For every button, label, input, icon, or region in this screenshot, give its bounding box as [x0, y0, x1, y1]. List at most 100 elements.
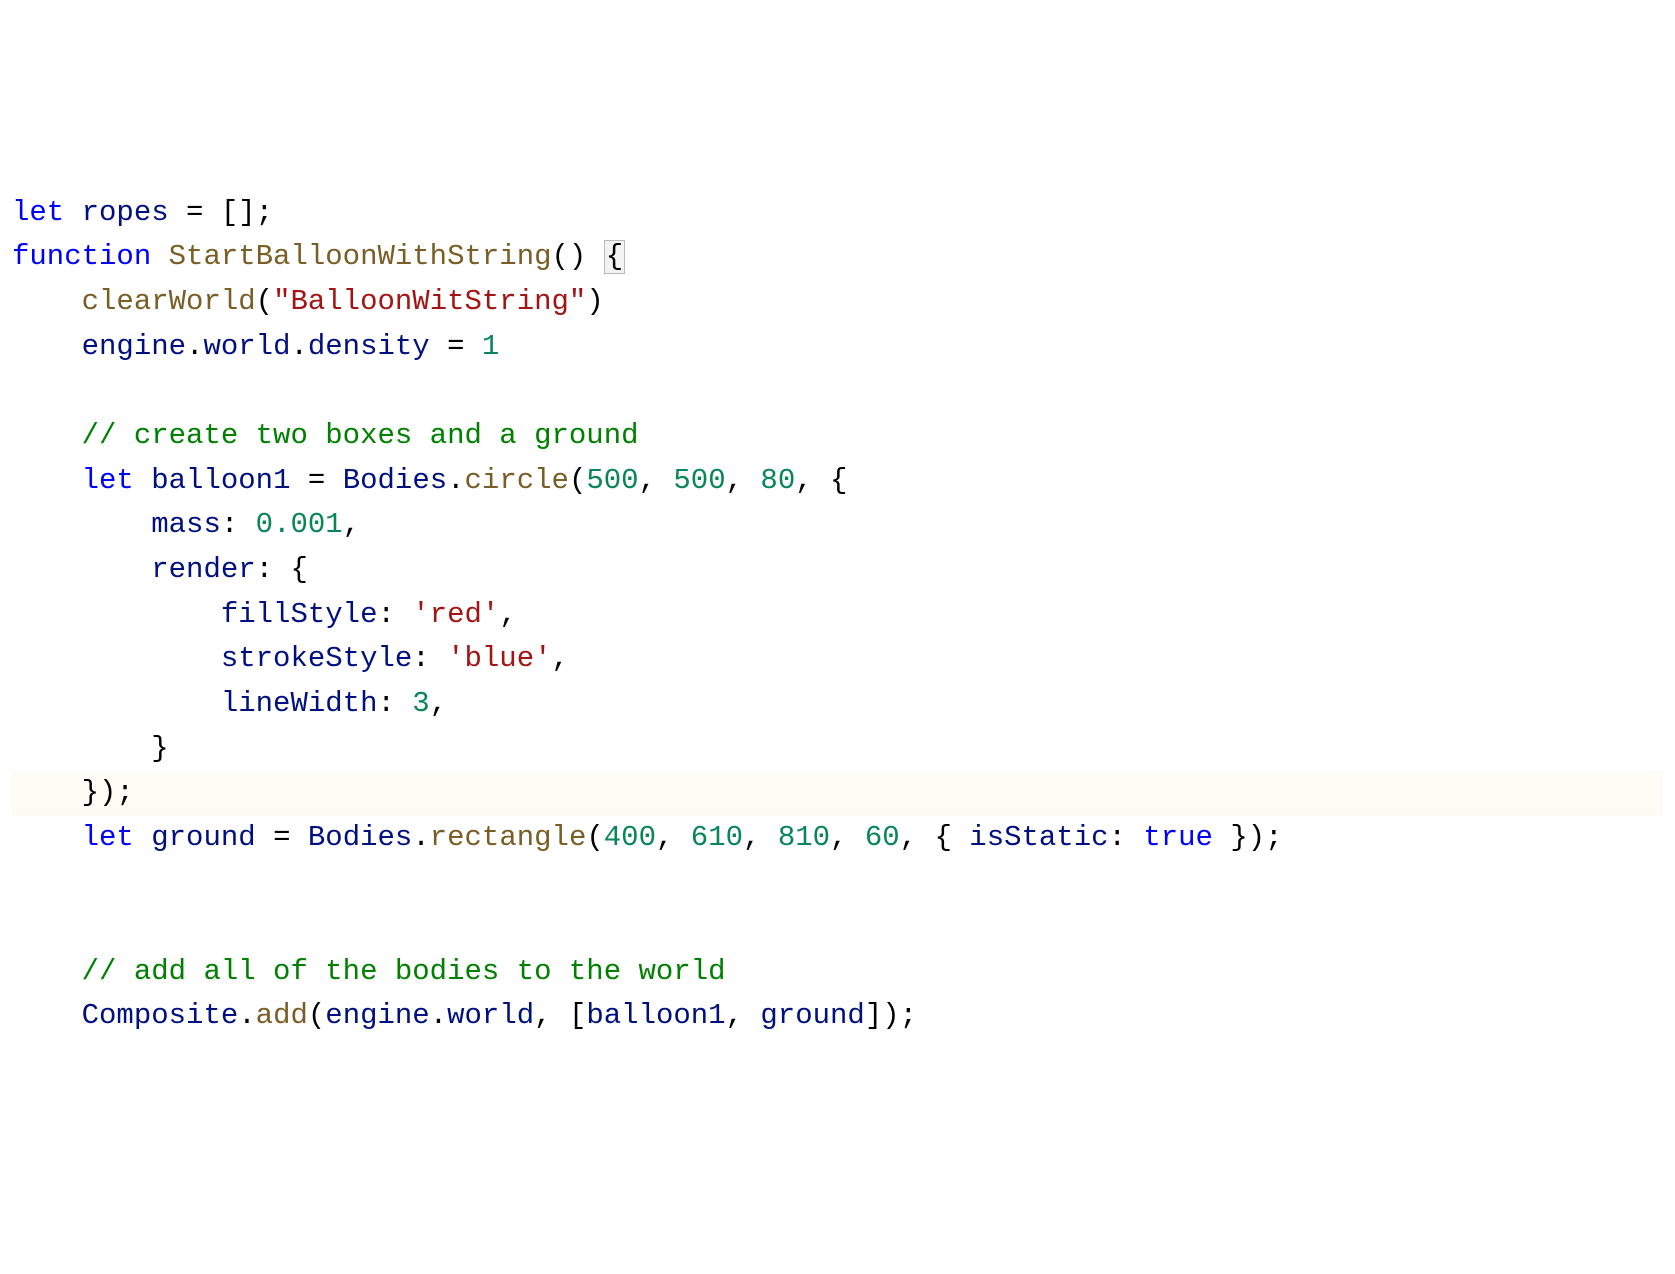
- code-line[interactable]: clearWorld("BalloonWitString"): [12, 280, 1663, 325]
- token-punct: , [: [534, 999, 586, 1032]
- token-ident: Bodies: [343, 464, 447, 497]
- token-punct: (): [552, 240, 587, 273]
- token-punct: ,: [656, 821, 691, 854]
- token-number: 400: [604, 821, 656, 854]
- code-line[interactable]: [12, 860, 1663, 905]
- token-punct: ): [586, 285, 603, 318]
- code-line[interactable]: Composite.add(engine.world, [balloon1, g…: [12, 994, 1663, 1039]
- token-punct: .: [447, 464, 464, 497]
- token-method: add: [256, 999, 308, 1032]
- token-punct: .: [430, 999, 447, 1032]
- token-ident: world: [203, 330, 290, 363]
- token-ident: balloon1: [586, 999, 725, 1032]
- token-punct: .: [186, 330, 203, 363]
- token-keyword: let: [12, 196, 64, 229]
- token-string: 'red': [412, 598, 499, 631]
- code-line[interactable]: let ground = Bodies.rectangle(400, 610, …: [12, 816, 1663, 861]
- token-punct: , {: [795, 464, 847, 497]
- token-punct: =: [256, 821, 308, 854]
- token-punct: :: [1109, 821, 1144, 854]
- token-whitespace: [586, 240, 603, 273]
- token-keyword: function: [12, 240, 151, 273]
- token-punct: .: [238, 999, 255, 1032]
- token-punct: =: [430, 330, 482, 363]
- token-punct: (: [308, 999, 325, 1032]
- token-whitespace: [12, 285, 82, 318]
- token-ident: ropes: [64, 196, 186, 229]
- token-comment: // add all of the bodies to the world: [82, 955, 726, 988]
- code-line[interactable]: }: [12, 727, 1663, 772]
- token-punct: ,: [726, 999, 761, 1032]
- code-line[interactable]: // add all of the bodies to the world: [12, 950, 1663, 995]
- token-method: circle: [465, 464, 569, 497]
- token-ident: ground: [151, 821, 255, 854]
- token-punct: ,: [430, 687, 447, 720]
- token-whitespace: [134, 464, 151, 497]
- token-ident: engine: [325, 999, 429, 1032]
- token-punct: :: [412, 642, 447, 675]
- code-line[interactable]: render: {: [12, 548, 1663, 593]
- token-ident: world: [447, 999, 534, 1032]
- token-ident: mass: [151, 508, 221, 541]
- token-whitespace: [203, 196, 220, 229]
- token-number: 60: [865, 821, 900, 854]
- token-number: 80: [760, 464, 795, 497]
- token-whitespace: [12, 464, 82, 497]
- code-line[interactable]: let balloon1 = Bodies.circle(500, 500, 8…: [12, 459, 1663, 504]
- token-whitespace: [134, 821, 151, 854]
- token-punct: ,: [343, 508, 360, 541]
- code-line[interactable]: function StartBalloonWithString() {: [12, 235, 1663, 280]
- code-line[interactable]: // create two boxes and a ground: [12, 414, 1663, 459]
- token-punct: {: [604, 240, 625, 274]
- code-line[interactable]: let ropes = [];: [12, 191, 1663, 236]
- token-whitespace: [12, 508, 151, 541]
- token-punct: });: [12, 776, 134, 809]
- token-punct: (: [569, 464, 586, 497]
- token-punct: ,: [499, 598, 516, 631]
- code-line[interactable]: engine.world.density = 1: [12, 325, 1663, 370]
- token-comment: // create two boxes and a ground: [82, 419, 639, 452]
- token-punct: ,: [743, 821, 778, 854]
- token-whitespace: [12, 330, 82, 363]
- token-number: 810: [778, 821, 830, 854]
- token-whitespace: [12, 687, 221, 720]
- token-ident: density: [308, 330, 430, 363]
- token-whitespace: [12, 419, 82, 452]
- token-ident: Bodies: [308, 821, 412, 854]
- token-number: 610: [691, 821, 743, 854]
- token-keyword: let: [82, 464, 134, 497]
- token-punct: ,: [830, 821, 865, 854]
- token-whitespace: [12, 999, 82, 1032]
- token-ident: strokeStyle: [221, 642, 412, 675]
- token-punct: ;: [256, 196, 273, 229]
- token-keyword: let: [82, 821, 134, 854]
- token-funcname: StartBalloonWithString: [169, 240, 552, 273]
- code-line[interactable]: fillStyle: 'red',: [12, 593, 1663, 638]
- token-punct: ,: [726, 464, 761, 497]
- code-line[interactable]: lineWidth: 3,: [12, 682, 1663, 727]
- token-ident: Composite: [82, 999, 239, 1032]
- token-punct: =: [186, 196, 203, 229]
- token-punct: , {: [900, 821, 970, 854]
- code-line[interactable]: [12, 905, 1663, 950]
- token-punct: :: [377, 687, 412, 720]
- token-punct: ,: [639, 464, 674, 497]
- token-punct: ]);: [865, 999, 917, 1032]
- token-ident: fillStyle: [221, 598, 378, 631]
- token-number: 500: [586, 464, 638, 497]
- token-punct: []: [221, 196, 256, 229]
- code-line[interactable]: [12, 369, 1663, 414]
- code-line[interactable]: });: [12, 771, 1663, 816]
- token-method: clearWorld: [82, 285, 256, 318]
- code-line[interactable]: mass: 0.001,: [12, 503, 1663, 548]
- token-punct: (: [256, 285, 273, 318]
- token-punct: .: [412, 821, 429, 854]
- token-ident: isStatic: [969, 821, 1108, 854]
- token-string: 'blue': [447, 642, 551, 675]
- token-whitespace: [12, 955, 82, 988]
- token-punct: }: [12, 732, 169, 765]
- code-line[interactable]: strokeStyle: 'blue',: [12, 637, 1663, 682]
- code-editor-view: let ropes = [];function StartBalloonWith…: [12, 191, 1663, 1039]
- token-punct: :: [221, 508, 256, 541]
- token-bool: true: [1143, 821, 1213, 854]
